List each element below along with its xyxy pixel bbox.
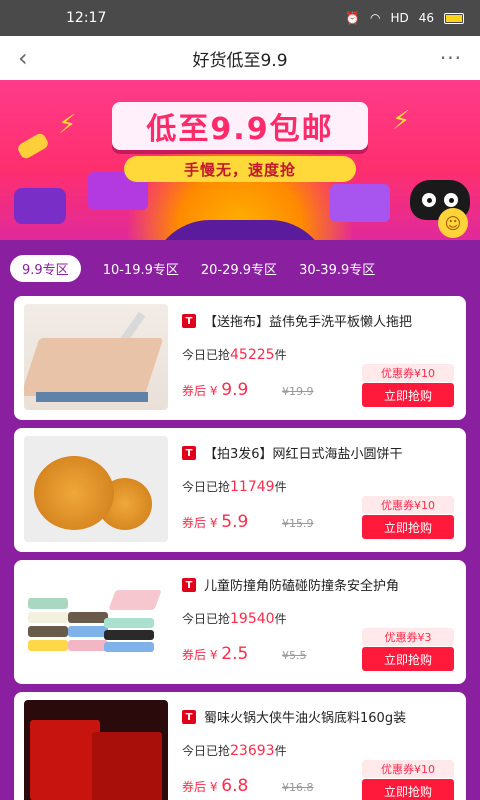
coupon-badge: 优惠券¥3 (362, 628, 454, 646)
product-title[interactable]: 儿童防撞角防磕碰防撞条安全护角 (204, 575, 456, 594)
sold-prefix: 今日已抢 (182, 612, 231, 626)
buy-now-button[interactable]: 立即抢购 (362, 779, 454, 800)
page-title: 好货低至9.9 (192, 50, 288, 71)
coupon-badge: 优惠券¥10 (362, 760, 454, 778)
product-card[interactable]: T 【送拖布】益伟免手洗平板懒人拖把 今日已抢45225件 券后 ¥ 9.9 ¥… (14, 296, 466, 420)
sold-unit: 件 (274, 348, 287, 362)
network-label: HD (390, 11, 409, 25)
tab-9-9[interactable]: 9.9专区 (10, 254, 81, 282)
alarm-icon: ⏰ (345, 11, 360, 25)
product-card[interactable]: T 儿童防撞角防磕碰防撞条安全护角 今日已抢19540件 券后 ¥ 2.5 ¥5… (14, 560, 466, 684)
banner-subline: 手慢无，速度抢 (124, 156, 356, 182)
product-card[interactable]: T 【拍3发6】网红日式海盐小圆饼干 今日已抢11749件 券后 ¥ 5.9 ¥… (14, 428, 466, 552)
price-prefix: 券后 ¥ (182, 384, 218, 398)
price-tabs: 9.9专区 10-19.9专区 20-29.9专区 30-39.9专区 (0, 248, 480, 288)
coupon-badge: 优惠券¥10 (362, 496, 454, 514)
price-prefix: 券后 ¥ (182, 648, 218, 662)
sold-number: 45225 (230, 347, 275, 363)
price: 券后 ¥ 6.8 (182, 776, 248, 796)
status-icons: ⏰ ◠ HD 46 (345, 11, 464, 25)
cat-eye-icon (444, 193, 458, 207)
price-value: 6.8 (221, 776, 249, 796)
original-price: ¥15.9 (282, 517, 314, 530)
sold-prefix: 今日已抢 (182, 480, 231, 494)
smiley-icon: ☺ (438, 208, 468, 238)
battery-icon (444, 12, 464, 24)
buy-now-button[interactable]: 立即抢购 (362, 515, 454, 539)
lightning-icon: ⚡ (392, 106, 411, 136)
banner-arc-decoration (150, 220, 330, 240)
tmall-badge-icon: T (182, 314, 196, 328)
sold-unit: 件 (274, 612, 287, 626)
product-image (24, 304, 168, 410)
signal-label: 46 (418, 11, 434, 25)
price-prefix: 券后 ¥ (182, 780, 218, 794)
product-card[interactable]: T 蜀味火锅大侠牛油火锅底料160g装 今日已抢23693件 券后 ¥ 6.8 … (14, 692, 466, 800)
product-image (24, 436, 168, 542)
more-icon[interactable]: ··· (440, 46, 462, 70)
tmall-badge-icon: T (182, 578, 196, 592)
sold-count: 今日已抢45225件 (182, 346, 287, 363)
sold-unit: 件 (274, 480, 287, 494)
lighter-icon (16, 131, 50, 161)
sold-unit: 件 (274, 744, 287, 758)
product-title[interactable]: 【拍3发6】网红日式海盐小圆饼干 (204, 443, 456, 462)
tab-10-19-9[interactable]: 10-19.9专区 (103, 259, 179, 278)
wifi-icon: ◠ (369, 11, 381, 25)
nav-bar: ‹ 好货低至9.9 ··· (0, 36, 480, 80)
sold-number: 19540 (230, 611, 275, 627)
status-time: 12:17 (66, 10, 107, 26)
sold-number: 23693 (230, 743, 275, 759)
banner-headline: 低至9.9包邮 (112, 102, 368, 150)
back-icon[interactable]: ‹ (18, 44, 28, 72)
lightning-icon: ⚡ (58, 110, 77, 140)
price-value: 2.5 (221, 644, 249, 664)
bag-decoration (330, 184, 390, 222)
sold-count: 今日已抢11749件 (182, 478, 287, 495)
price-value: 5.9 (221, 512, 249, 532)
buy-now-button[interactable]: 立即抢购 (362, 647, 454, 671)
original-price: ¥19.9 (282, 385, 314, 398)
tmall-badge-icon: T (182, 446, 196, 460)
sold-count: 今日已抢23693件 (182, 742, 287, 759)
tmall-badge-icon: T (182, 710, 196, 724)
price: 券后 ¥ 5.9 (182, 512, 248, 532)
tab-20-29-9[interactable]: 20-29.9专区 (201, 259, 277, 278)
coupon-badge: 优惠券¥10 (362, 364, 454, 382)
original-price: ¥5.5 (282, 649, 307, 662)
price: 券后 ¥ 2.5 (182, 644, 248, 664)
sold-prefix: 今日已抢 (182, 348, 231, 362)
product-image (24, 700, 168, 800)
promo-banner[interactable]: ⚡ ⚡ 低至9.9包邮 手慢无，速度抢 ☺ (0, 80, 480, 240)
product-title[interactable]: 蜀味火锅大侠牛油火锅底料160g装 (204, 707, 456, 726)
sold-count: 今日已抢19540件 (182, 610, 287, 627)
price-prefix: 券后 ¥ (182, 516, 218, 530)
price: 券后 ¥ 9.9 (182, 380, 248, 400)
gift-decoration (14, 188, 66, 224)
buy-now-button[interactable]: 立即抢购 (362, 383, 454, 407)
cat-eye-icon (422, 193, 436, 207)
price-value: 9.9 (221, 380, 249, 400)
original-price: ¥16.8 (282, 781, 314, 794)
sold-prefix: 今日已抢 (182, 744, 231, 758)
status-bar: 12:17 ⏰ ◠ HD 46 (0, 0, 480, 36)
tab-30-39-9[interactable]: 30-39.9专区 (299, 259, 375, 278)
product-title[interactable]: 【送拖布】益伟免手洗平板懒人拖把 (204, 311, 456, 330)
product-image (24, 568, 168, 674)
sold-number: 11749 (230, 479, 275, 495)
